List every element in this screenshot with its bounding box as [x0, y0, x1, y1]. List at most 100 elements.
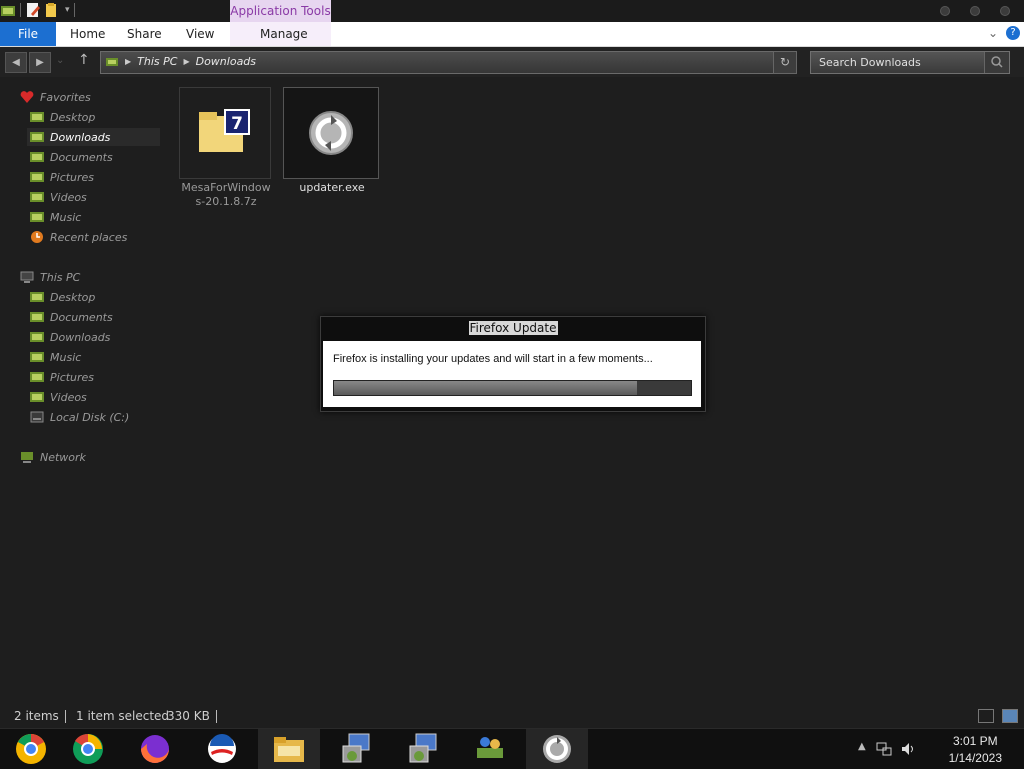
new-folder-icon[interactable] [45, 2, 61, 18]
tab-share[interactable]: Share [127, 22, 162, 46]
navigation-pane: Favorites Desktop Downloads Documents Pi… [0, 82, 170, 702]
sidebar-item-desktop[interactable]: Desktop [30, 108, 95, 126]
expand-ribbon-icon[interactable]: ⌄ [988, 26, 998, 40]
sidebar-item-pc-documents[interactable]: Documents [30, 308, 113, 326]
sidebar-item-pictures[interactable]: Pictures [30, 168, 94, 186]
installer-icon [342, 733, 370, 763]
sidebar-label: Desktop [50, 110, 96, 124]
breadcrumb-downloads[interactable]: Downloads [196, 55, 256, 68]
taskbar-updater[interactable] [526, 729, 588, 769]
back-button[interactable]: ◀ [5, 52, 27, 73]
sidebar-item-pc-pictures[interactable]: Pictures [30, 368, 94, 386]
music-folder-icon [30, 212, 44, 222]
sidebar-label: Videos [50, 390, 87, 404]
customize-quick-access-icon[interactable]: ▾ [65, 5, 70, 15]
taskbar-installer-2[interactable] [392, 729, 454, 769]
sidebar-label: Favorites [40, 90, 91, 104]
window-controls [940, 6, 1010, 16]
taskbar-chrome[interactable] [57, 729, 119, 769]
sidebar-item-documents[interactable]: Documents [30, 148, 113, 166]
tab-home[interactable]: Home [70, 22, 105, 46]
search-box [810, 51, 1010, 74]
chrome-canary-icon [16, 734, 46, 764]
context-tab-application-tools[interactable]: Application Tools [230, 0, 331, 22]
taskbar-network-users[interactable] [459, 729, 521, 769]
7zip-archive-icon: 7 [199, 109, 250, 152]
taskbar-file-explorer[interactable] [258, 729, 320, 769]
chevron-right-icon: ▶ [125, 57, 132, 66]
taskbar-app-logo[interactable] [191, 729, 253, 769]
search-icon [991, 56, 1003, 68]
tab-manage[interactable]: Manage [260, 22, 308, 46]
sidebar-item-local-disk[interactable]: Local Disk (C:) [30, 408, 129, 426]
file-item[interactable]: 7 MesaForWindow s-20.1.8.7z [179, 87, 273, 209]
sidebar-item-downloads[interactable]: Downloads [26, 128, 162, 146]
sidebar-item-recent-places[interactable]: Recent places [30, 228, 127, 246]
sidebar-item-pc-desktop[interactable]: Desktop [30, 288, 95, 306]
this-pc-icon [106, 57, 118, 66]
file-thumbnail: 7 [179, 87, 271, 179]
documents-folder-icon [30, 152, 44, 162]
sidebar-item-music[interactable]: Music [30, 208, 81, 226]
sidebar-item-favorites[interactable]: Favorites [20, 88, 91, 106]
large-icons-view-icon[interactable] [1002, 709, 1018, 723]
tab-file[interactable]: File [0, 22, 56, 46]
drive-icon [30, 411, 44, 423]
sidebar-item-this-pc[interactable]: This PC [20, 268, 80, 286]
navigation-bar: ◀ ▶ ⌄ ↑ ▶ This PC ▶ Downloads ↻ [0, 47, 1024, 77]
sidebar-label: Documents [50, 150, 113, 164]
help-icon[interactable]: ? [1006, 26, 1020, 40]
sidebar-item-pc-videos[interactable]: Videos [30, 388, 87, 406]
folder-app-icon[interactable] [0, 2, 16, 18]
sidebar-label: Desktop [50, 290, 96, 304]
sidebar-label: Videos [50, 190, 87, 204]
pictures-folder-icon [30, 172, 44, 182]
clock-time: 3:01 PM [952, 734, 998, 748]
item-count: 2 items [14, 709, 59, 723]
breadcrumb-this-pc[interactable]: This PC [137, 55, 177, 68]
firefox-update-dialog: Firefox Update Firefox is installing you… [320, 316, 706, 412]
search-input[interactable] [811, 52, 981, 73]
updater-icon [543, 735, 571, 763]
address-bar[interactable]: ▶ This PC ▶ Downloads [100, 51, 774, 74]
network-status-icon[interactable] [876, 741, 892, 757]
heart-icon [20, 91, 34, 103]
up-arrow-icon[interactable]: ↑ [78, 52, 90, 68]
refresh-button[interactable]: ↻ [773, 51, 797, 74]
sidebar-label: This PC [40, 270, 81, 284]
file-name: updater.exe [299, 181, 365, 194]
installer-icon [409, 733, 437, 763]
close-button[interactable] [1000, 6, 1010, 16]
tab-view[interactable]: View [186, 22, 214, 46]
dialog-message: Firefox is installing your updates and w… [333, 353, 653, 365]
taskbar-chrome-canary[interactable] [0, 729, 62, 769]
volume-icon[interactable] [900, 741, 916, 757]
sidebar-label: Recent places [50, 230, 128, 244]
taskbar-firefox[interactable] [124, 729, 186, 769]
file-name: MesaForWindow s-20.1.8.7z [181, 181, 271, 208]
network-icon [21, 452, 33, 463]
sidebar-item-pc-downloads[interactable]: Downloads [30, 328, 110, 346]
dialog-body: Firefox is installing your updates and w… [323, 341, 701, 407]
search-button[interactable] [984, 52, 1009, 73]
sidebar-label: Pictures [50, 370, 95, 384]
sidebar-item-network[interactable]: Network [20, 448, 86, 466]
separator [216, 710, 217, 723]
sidebar-item-pc-music[interactable]: Music [30, 348, 81, 366]
properties-icon[interactable] [25, 2, 41, 18]
maximize-button[interactable] [970, 6, 980, 16]
taskbar-installer-1[interactable] [325, 729, 387, 769]
clock[interactable]: 3:01 PM 1/14/2023 [949, 733, 1002, 767]
minimize-button[interactable] [940, 6, 950, 16]
firefox-icon [141, 735, 169, 763]
sidebar-item-videos[interactable]: Videos [30, 188, 87, 206]
file-item-selected[interactable]: updater.exe [283, 87, 381, 195]
chevron-right-icon: ▶ [183, 57, 190, 66]
sidebar-label: Music [50, 350, 82, 364]
chrome-icon [73, 733, 103, 764]
forward-button[interactable]: ▶ [29, 52, 51, 73]
recent-locations-icon[interactable]: ⌄ [56, 55, 64, 66]
details-view-icon[interactable] [978, 709, 994, 723]
show-hidden-icons[interactable]: ▲ [858, 741, 866, 752]
system-tray: ▲ 3:01 PM 1/14/2023 [854, 729, 1024, 769]
